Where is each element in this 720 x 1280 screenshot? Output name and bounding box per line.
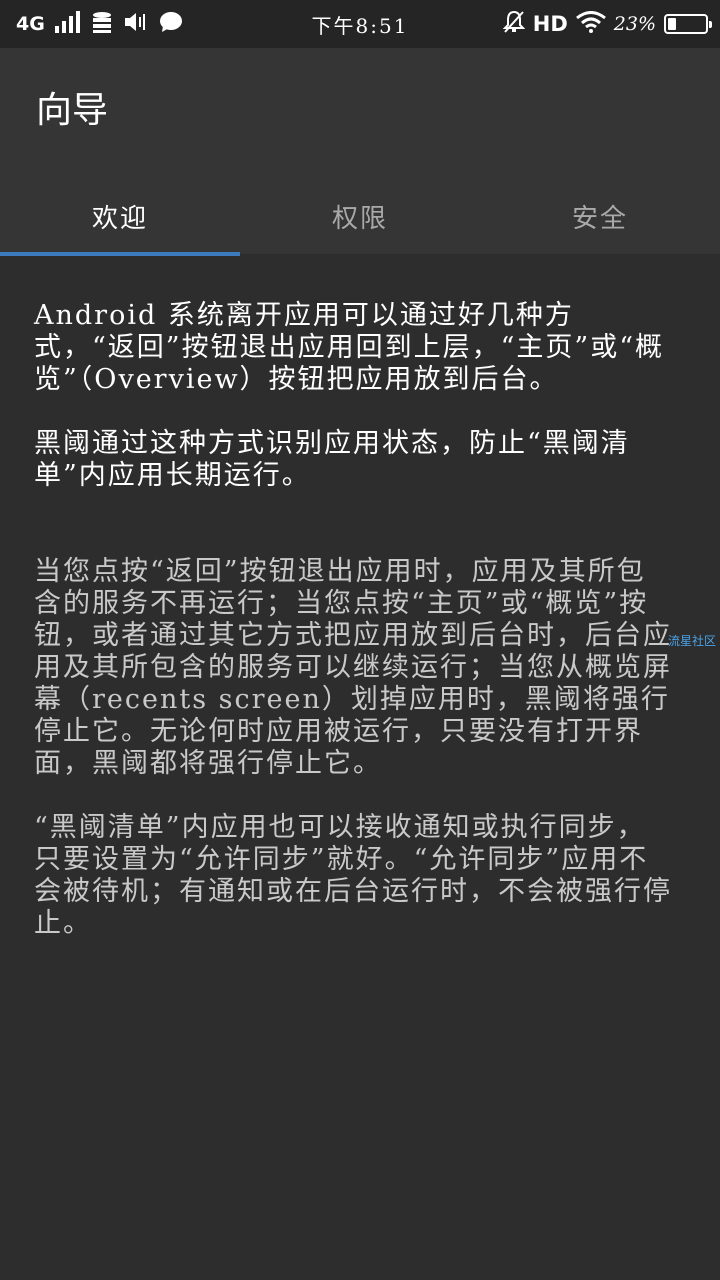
status-bar: 4G 下午8:51 HD 23% [0, 0, 720, 48]
mute-bell-icon [502, 10, 526, 38]
tab-bar: 欢迎 权限 安全 [0, 176, 720, 256]
wifi-icon [575, 11, 606, 37]
app-bar: 向导 欢迎 权限 安全 [0, 48, 720, 254]
tab-indicator [0, 252, 240, 256]
watermark: 流星社区 [668, 634, 717, 648]
detection-paragraph: 黑阈通过这种方式识别应用状态，防止“黑阈清单”内应用长期运行。 [34, 428, 630, 491]
battery-level [668, 18, 677, 30]
status-right: HD 23% [502, 9, 712, 39]
tab-security[interactable]: 安全 [480, 176, 720, 256]
page-title: 向导 [36, 90, 109, 131]
battery-percent: 23% [613, 13, 656, 35]
tab-welcome[interactable]: 欢迎 [0, 176, 240, 256]
battery-icon [664, 14, 712, 34]
welcome-content: Android 系统离开应用可以通过好几种方式，“返回”按钮退出应用回到上层，“… [34, 300, 674, 940]
tab-permissions[interactable]: 权限 [240, 176, 480, 256]
sync-paragraph: “黑阈清单”内应用也可以接收通知或执行同步，只要设置为“允许同步”就好。“允许同… [34, 812, 672, 939]
hd-label: HD [532, 12, 568, 36]
behavior-paragraph: 当您点按“返回”按钮退出应用时，应用及其所包含的服务不再运行；当您点按“主页”或… [34, 556, 672, 779]
intro-paragraph: Android 系统离开应用可以通过好几种方式，“返回”按钮退出应用回到上层，“… [34, 300, 665, 395]
